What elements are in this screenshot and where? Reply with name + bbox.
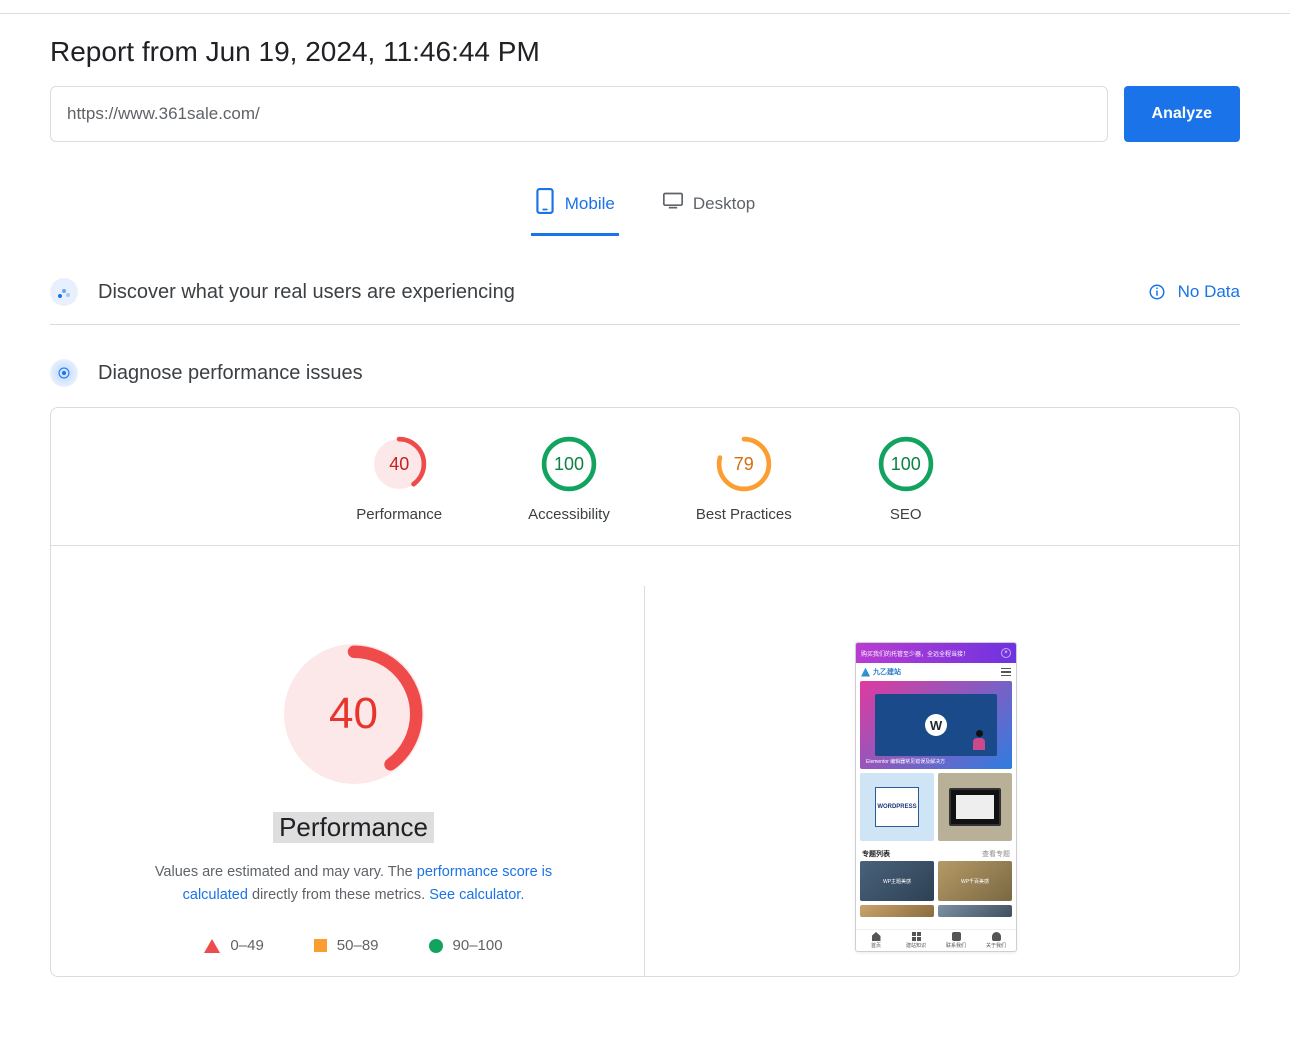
performance-score-large: 40	[284, 644, 424, 784]
info-icon[interactable]	[1148, 283, 1166, 301]
score-legend: 0–49 50–89 90–100	[204, 937, 502, 954]
device-tabs: Mobile Desktop	[50, 178, 1240, 236]
nodata-link[interactable]: No Data	[1178, 282, 1240, 302]
performance-gauge-large: 40	[284, 644, 424, 784]
page-screenshot: 购买我们的托管至少器，全远全程当接！× 九乙建站 W Elementor 编辑器…	[855, 642, 1017, 952]
gauge-seo[interactable]: 100 SEO	[878, 436, 934, 523]
tab-desktop-label: Desktop	[693, 194, 755, 214]
tab-desktop[interactable]: Desktop	[659, 178, 759, 236]
mobile-icon	[535, 188, 555, 219]
legend-pass-icon	[429, 939, 443, 953]
gauge-best-practices[interactable]: 79 Best Practices	[696, 436, 792, 523]
url-input[interactable]	[50, 86, 1108, 142]
crux-title: Discover what your real users are experi…	[98, 281, 515, 304]
legend-fail-icon	[204, 939, 220, 953]
analyze-button[interactable]: Analyze	[1124, 86, 1240, 142]
performance-heading: Performance	[273, 812, 434, 843]
legend-average-icon	[314, 939, 327, 952]
crux-icon	[50, 278, 78, 306]
calc-link-2[interactable]: See calculator.	[429, 887, 524, 903]
desktop-icon	[663, 188, 683, 219]
tab-mobile-label: Mobile	[565, 194, 615, 214]
performance-description: Values are estimated and may vary. The p…	[124, 861, 584, 907]
diagnose-title: Diagnose performance issues	[98, 362, 363, 385]
diagnose-icon	[50, 359, 78, 387]
crux-section: Discover what your real users are experi…	[50, 256, 1240, 325]
report-title: Report from Jun 19, 2024, 11:46:44 PM	[50, 36, 1240, 68]
gauge-performance[interactable]: 40 Performance	[356, 436, 442, 523]
gauge-accessibility[interactable]: 100 Accessibility	[528, 436, 610, 523]
lighthouse-panel: 40 Performance 100 Accessibility 79	[50, 407, 1240, 977]
tab-mobile[interactable]: Mobile	[531, 178, 619, 236]
